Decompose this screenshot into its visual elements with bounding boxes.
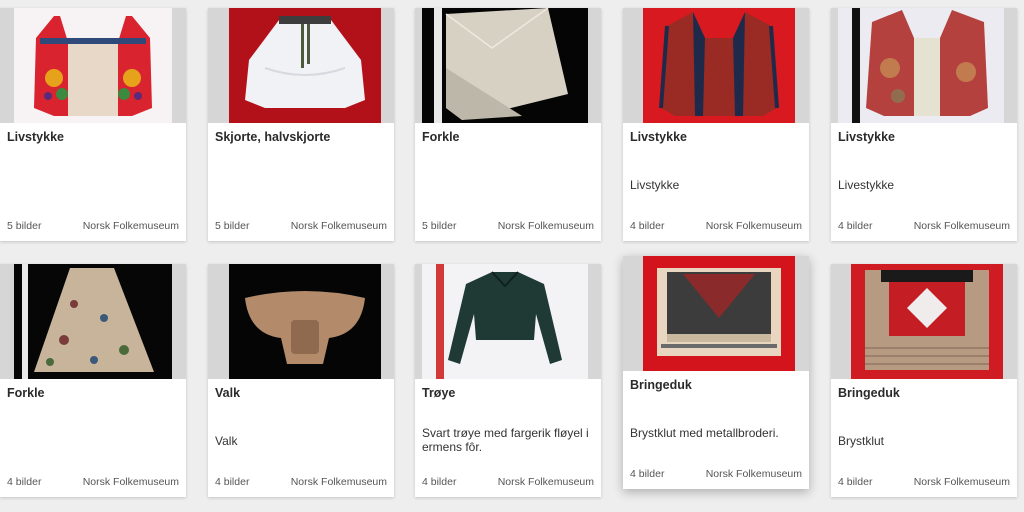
image-count: 4 bilder xyxy=(7,476,42,488)
card-title: Livstykke xyxy=(630,130,687,144)
striped-breastcloth-image xyxy=(851,264,1003,379)
dark-jacket-image xyxy=(422,264,588,379)
image-count: 4 bilder xyxy=(838,476,873,488)
floral-apron-image xyxy=(14,264,172,379)
museum-item-card[interactable]: Livstykke Livestykke 4 bilder Norsk Folk… xyxy=(831,8,1017,241)
card-title: Bringeduk xyxy=(838,386,900,400)
image-count: 4 bilder xyxy=(838,220,873,232)
card-title: Trøye xyxy=(422,386,456,400)
card-description: Livestykke xyxy=(838,178,895,192)
image-count: 4 bilder xyxy=(215,476,250,488)
embroidered-breastcloth-image xyxy=(643,256,795,371)
image-count: 5 bilder xyxy=(7,220,42,232)
owner-institution: Norsk Folkemuseum xyxy=(913,476,1010,488)
museum-item-card[interactable]: Skjorte, halvskjorte 5 bilder Norsk Folk… xyxy=(208,8,394,241)
card-title: Forkle xyxy=(422,130,460,144)
image-count: 5 bilder xyxy=(422,220,457,232)
thumbnail-frame xyxy=(208,264,394,379)
card-title: Livstykke xyxy=(838,130,895,144)
thumbnail-frame xyxy=(623,8,809,123)
owner-institution: Norsk Folkemuseum xyxy=(913,220,1010,232)
worn-red-bodice-image xyxy=(838,8,1004,123)
thumbnail-frame xyxy=(415,264,601,379)
thumbnail-frame xyxy=(0,264,186,379)
thumbnail-frame xyxy=(623,256,809,371)
thumbnail-frame xyxy=(831,8,1017,123)
museum-item-card[interactable]: Trøye Svart trøye med fargerik fløyel i … xyxy=(415,264,601,497)
owner-institution: Norsk Folkemuseum xyxy=(290,476,387,488)
image-count: 4 bilder xyxy=(630,220,665,232)
card-description: Brystklut xyxy=(838,434,885,448)
image-count: 4 bilder xyxy=(422,476,457,488)
red-embroidered-bodice-image xyxy=(14,8,172,123)
card-description: Brystklut med metallbroderi. xyxy=(630,426,779,440)
card-description: Valk xyxy=(215,434,238,448)
image-count: 5 bilder xyxy=(215,220,250,232)
owner-institution: Norsk Folkemuseum xyxy=(497,476,594,488)
padded-roll-image xyxy=(229,264,381,379)
card-title: Valk xyxy=(215,386,241,400)
museum-item-card[interactable]: Forkle 5 bilder Norsk Folkemuseum xyxy=(415,8,601,241)
red-bodice-dark-trim-image xyxy=(643,8,795,123)
thumbnail-frame xyxy=(831,264,1017,379)
museum-item-card[interactable]: Bringeduk Brystklut 4 bilder Norsk Folke… xyxy=(831,264,1017,497)
thumbnail-frame xyxy=(415,8,601,123)
thumbnail-frame xyxy=(208,8,394,123)
folded-linen-apron-image xyxy=(422,8,588,123)
museum-item-card[interactable]: Bringeduk Brystklut med metallbroderi. 4… xyxy=(623,256,809,489)
owner-institution: Norsk Folkemuseum xyxy=(82,220,179,232)
owner-institution: Norsk Folkemuseum xyxy=(497,220,594,232)
card-title: Forkle xyxy=(7,386,45,400)
card-title: Skjorte, halvskjorte xyxy=(215,130,331,144)
owner-institution: Norsk Folkemuseum xyxy=(82,476,179,488)
owner-institution: Norsk Folkemuseum xyxy=(705,468,802,480)
owner-institution: Norsk Folkemuseum xyxy=(290,220,387,232)
card-description: Svart trøye med fargerik fløyel i ermens… xyxy=(422,426,589,454)
thumbnail-frame xyxy=(0,8,186,123)
museum-item-card[interactable]: Livstykke 5 bilder Norsk Folkemuseum xyxy=(0,8,186,241)
image-count: 4 bilder xyxy=(630,468,665,480)
museum-item-card[interactable]: Valk Valk 4 bilder Norsk Folkemuseum xyxy=(208,264,394,497)
card-title: Livstykke xyxy=(7,130,64,144)
museum-item-card[interactable]: Livstykke Livstykke 4 bilder Norsk Folke… xyxy=(623,8,809,241)
white-shirt-image xyxy=(229,8,381,123)
museum-item-card[interactable]: Forkle 4 bilder Norsk Folkemuseum xyxy=(0,264,186,497)
owner-institution: Norsk Folkemuseum xyxy=(705,220,802,232)
card-title: Bringeduk xyxy=(630,378,692,392)
card-description: Livstykke xyxy=(630,178,680,192)
